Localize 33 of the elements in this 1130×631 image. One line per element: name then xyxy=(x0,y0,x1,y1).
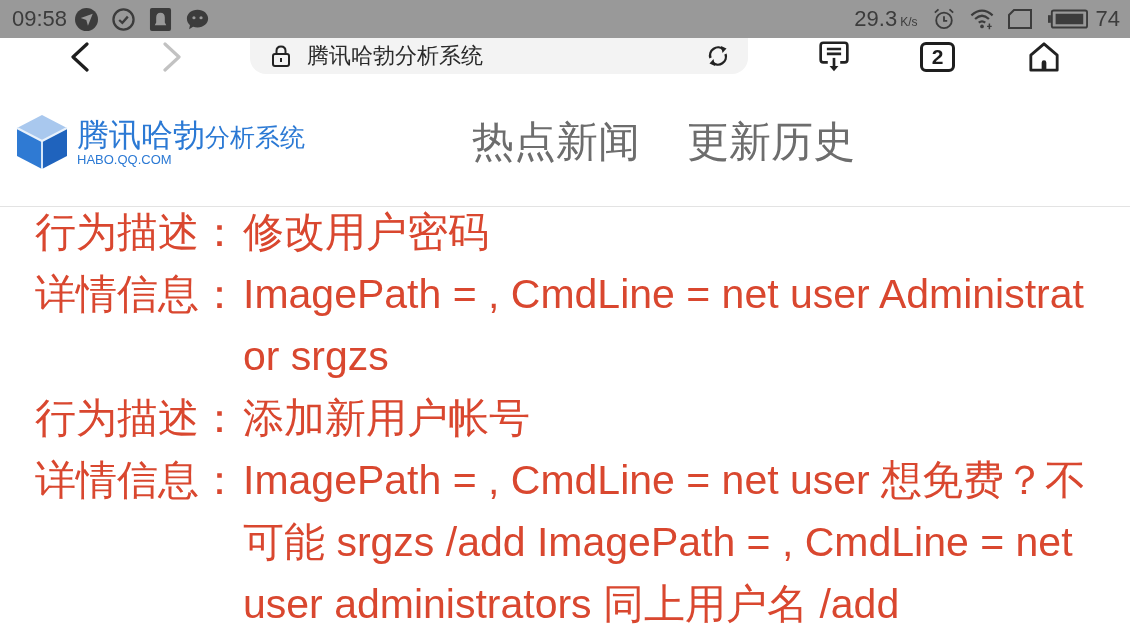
detail-value: ImagePath = , CmdLine = net user 想免费？不可能 srgzs /add ImagePath = , CmdLine = net user administrators 同上用户名 /add xyxy=(243,456,1088,629)
status-time: 09:58 xyxy=(12,6,68,32)
home-icon xyxy=(1028,41,1060,73)
logo-title: 腾讯哈勃 xyxy=(77,118,205,154)
wifi-icon xyxy=(969,8,994,30)
battery-icon xyxy=(1047,9,1088,29)
detail-value: ImagePath = , CmdLine = net user Administrator srgzs xyxy=(243,270,1085,381)
detail-value: 添加新用户帐号 xyxy=(243,394,531,443)
network-speed: 29.3 xyxy=(854,6,898,32)
chat-bubble-icon xyxy=(186,7,210,31)
nav-link[interactable]: 热点新闻 xyxy=(472,114,640,170)
list-download-icon xyxy=(818,41,850,73)
sim-card-icon xyxy=(1007,8,1032,30)
speed-unit: K/s xyxy=(900,15,918,29)
refresh-icon[interactable] xyxy=(706,44,730,68)
detail-label: 详情信息： xyxy=(35,456,241,505)
page-title: 腾讯哈勃分析系统 xyxy=(307,42,483,70)
detail-label: 行为描述： xyxy=(35,394,241,443)
detail-value: 修改用户密码 xyxy=(243,208,490,257)
tab-count-button[interactable]: 2 xyxy=(920,42,955,72)
bell-square-icon xyxy=(149,7,173,31)
battery-percent: 74 xyxy=(1095,6,1120,32)
logo-subtitle: 分析系统 xyxy=(205,124,305,152)
check-circle-icon xyxy=(112,7,136,31)
lock-icon xyxy=(272,45,290,67)
detail-label: 行为描述： xyxy=(35,208,241,257)
detail-label: 详情信息： xyxy=(35,270,241,319)
address-bar[interactable]: 腾讯哈勃分析系统 xyxy=(250,38,748,74)
nav-link[interactable]: 更新历史 xyxy=(687,114,855,170)
home-button[interactable] xyxy=(1028,41,1060,73)
reading-list-button[interactable] xyxy=(818,41,850,73)
cube-logo-icon[interactable] xyxy=(15,114,69,170)
logo-domain: HABO.QQ.COM xyxy=(77,152,173,166)
